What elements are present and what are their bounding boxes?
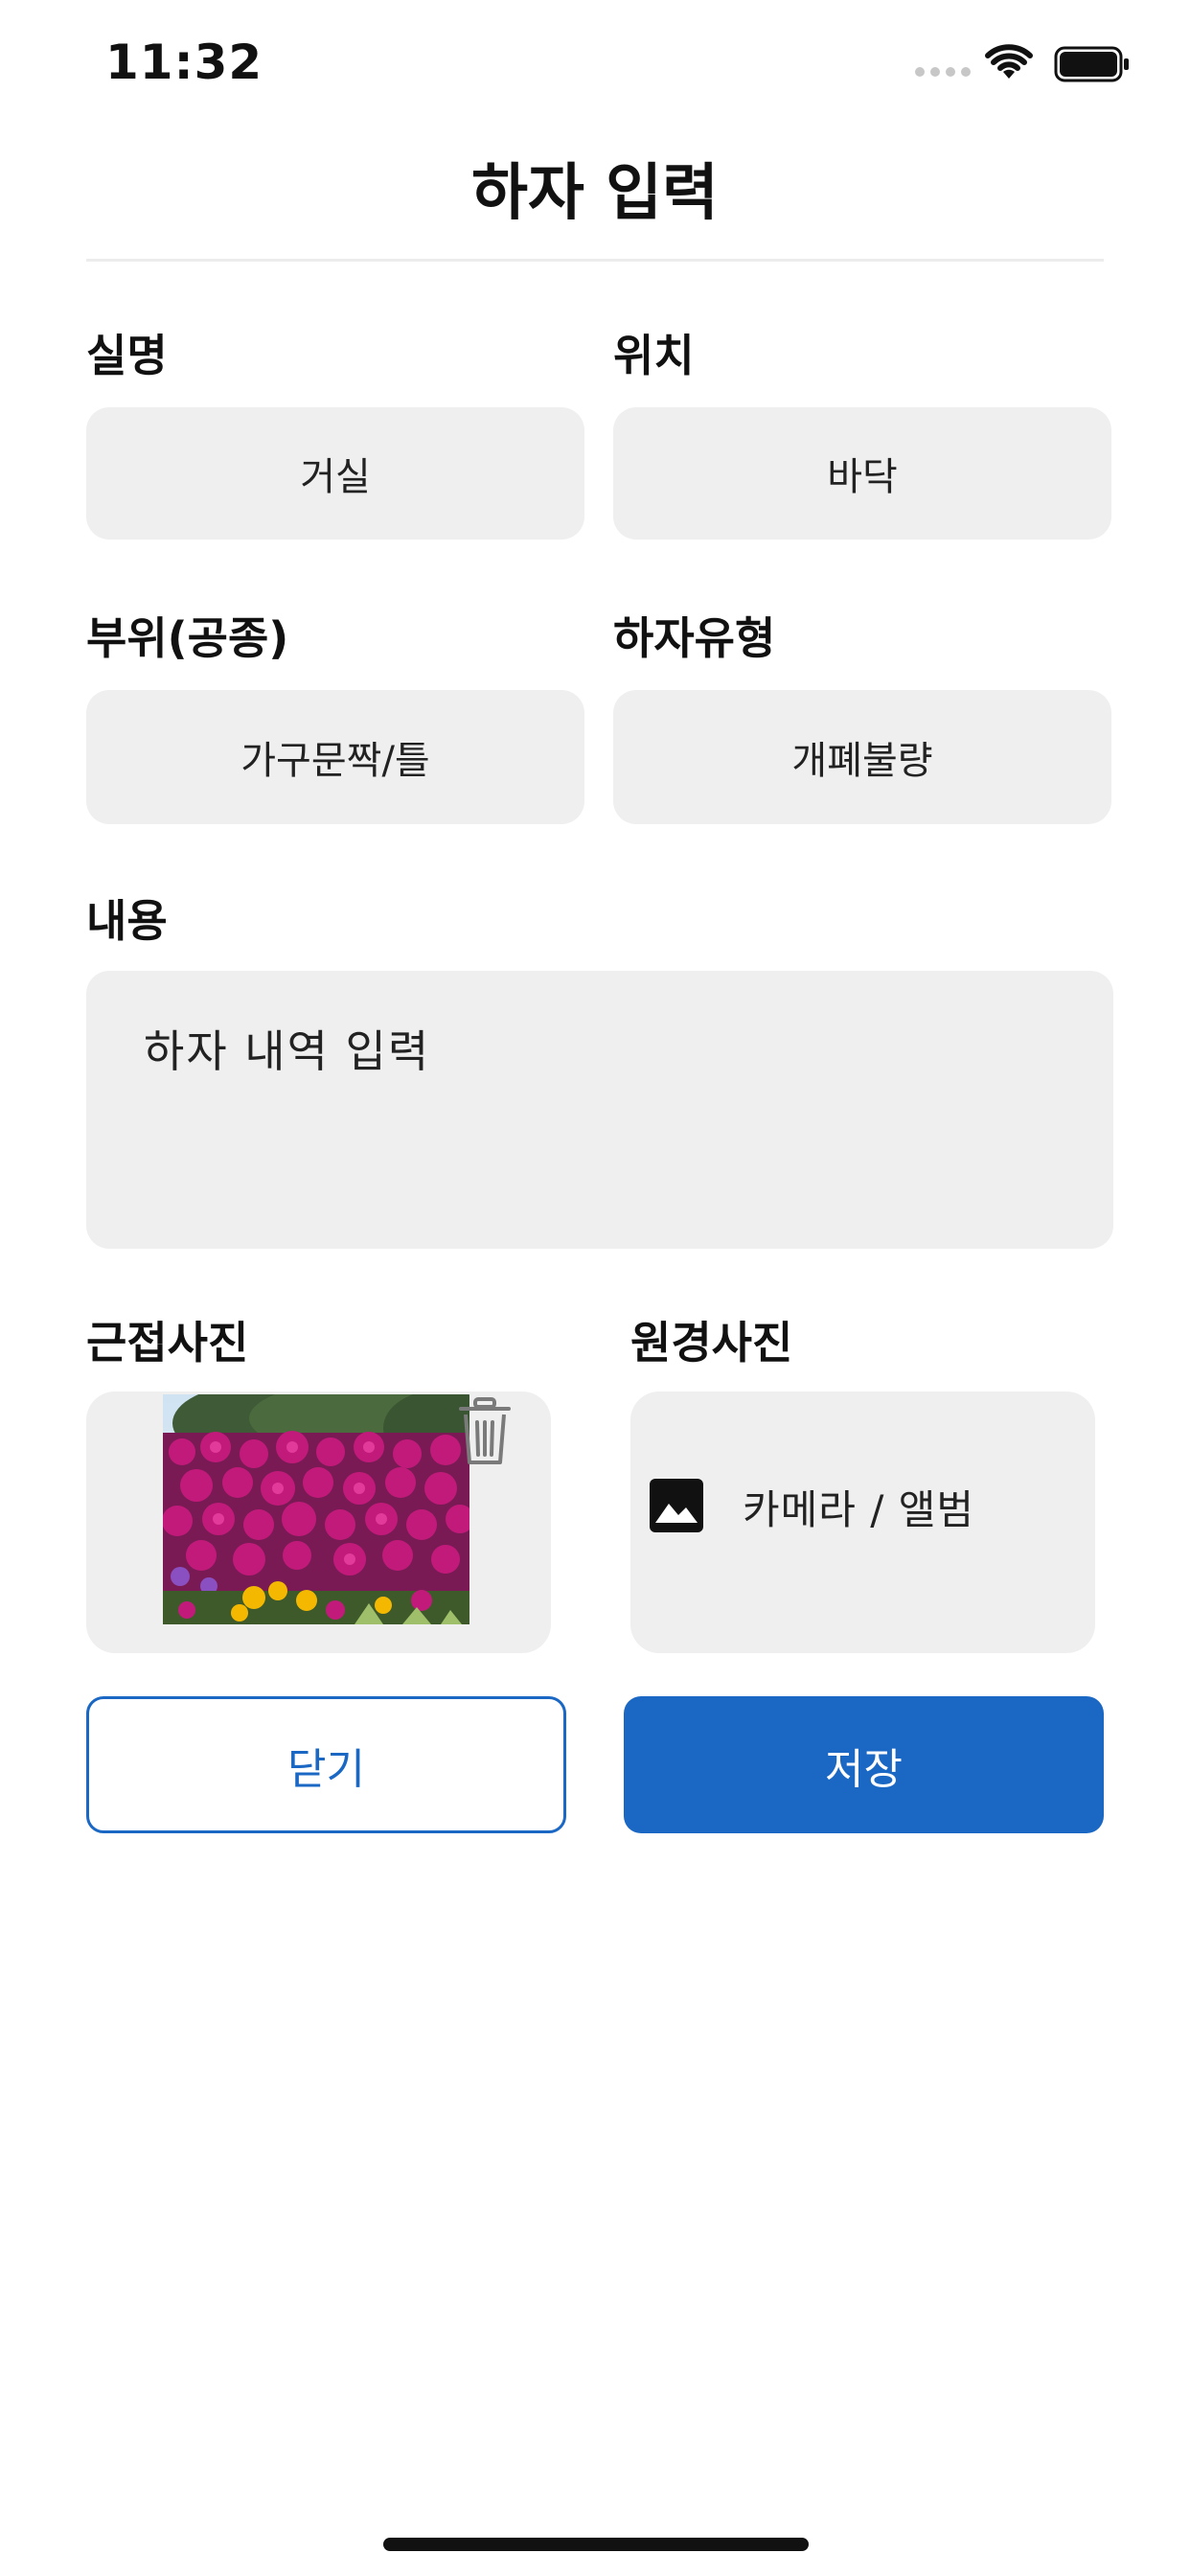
location-value: 바닥 [827, 455, 898, 499]
defect-type-value: 개폐불량 [791, 739, 933, 783]
close-photo-label: 근접사진 [86, 1317, 249, 1368]
location-label: 위치 [613, 330, 695, 381]
room-select[interactable]: 거실 [86, 407, 584, 540]
cellular-signal-icon [915, 67, 971, 77]
wifi-icon [985, 44, 1033, 79]
part-select[interactable]: 가구문짝/틀 [86, 690, 584, 824]
location-select[interactable]: 바닥 [613, 407, 1111, 540]
room-label: 실명 [86, 330, 168, 381]
room-value: 거실 [300, 455, 371, 499]
far-photo-label: 원경사진 [630, 1317, 793, 1368]
content-placeholder: 하자 내역 입력 [144, 1025, 431, 1077]
camera-album-label[interactable]: 카메라 / 앨범 [743, 1478, 974, 1536]
close-photo-thumbnail[interactable] [163, 1394, 469, 1624]
save-button[interactable]: 저장 [624, 1696, 1104, 1833]
header-divider [86, 259, 1104, 262]
close-button-label: 닫기 [287, 1744, 365, 1794]
save-button-label: 저장 [825, 1744, 903, 1794]
battery-icon [1054, 46, 1129, 82]
trash-icon[interactable] [458, 1397, 512, 1466]
defect-type-label: 하자유형 [613, 612, 776, 664]
part-value: 가구문짝/틀 [240, 739, 430, 783]
part-label: 부위(공종) [86, 612, 289, 664]
flower-photo [163, 1394, 469, 1624]
status-time: 11:32 [105, 34, 263, 90]
content-label: 내용 [86, 895, 168, 947]
page-title: 하자 입력 [471, 158, 719, 229]
image-icon [650, 1479, 703, 1532]
home-indicator[interactable] [383, 2538, 809, 2551]
content-textarea[interactable]: 하자 내역 입력 [86, 971, 1113, 1249]
close-button[interactable]: 닫기 [86, 1696, 566, 1833]
defect-type-select[interactable]: 개폐불량 [613, 690, 1111, 824]
